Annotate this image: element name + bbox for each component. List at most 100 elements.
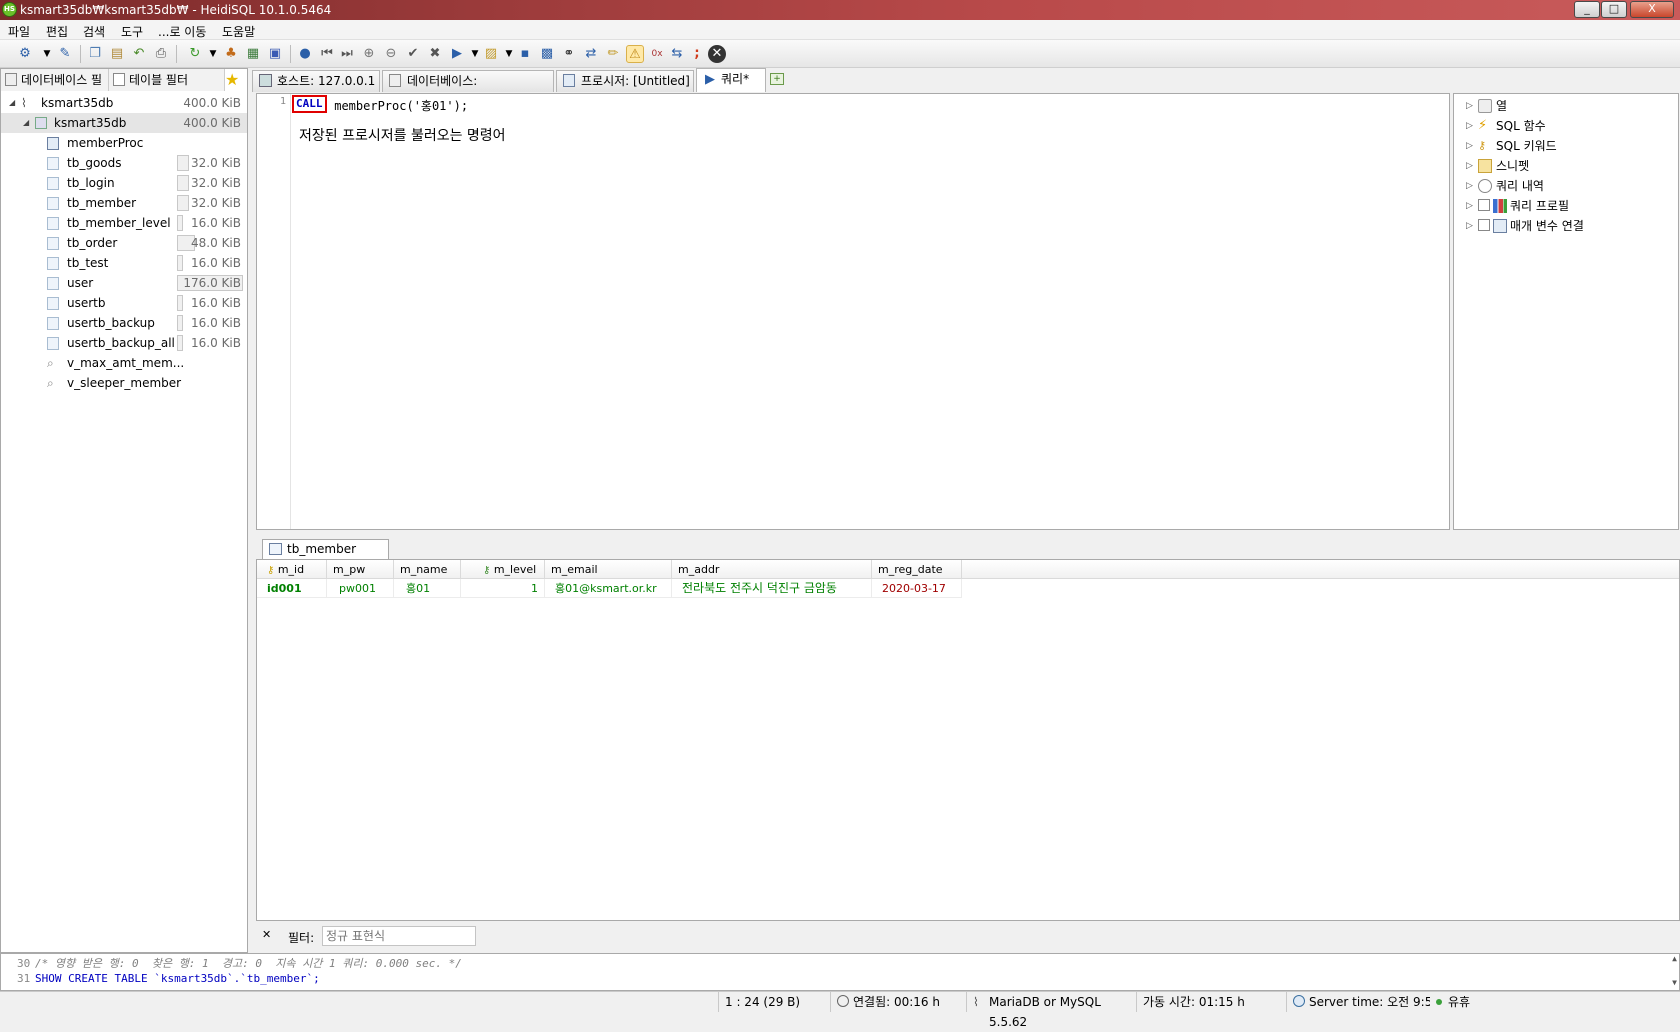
helper-query-history[interactable]: ▷ 쿼리 내역 [1466, 176, 1544, 196]
menu-goto[interactable]: ...로 이동 [158, 23, 206, 40]
tree-host-node[interactable]: ◢ ⌇ ksmart35db 400.0 KiB [1, 93, 247, 113]
expand-arrow-icon[interactable]: ◢ [9, 93, 15, 113]
warning-icon[interactable]: ⚠ [626, 45, 644, 63]
hex-icon[interactable]: 0x [648, 45, 666, 63]
table-cell[interactable]: pw001 [327, 579, 394, 598]
sql-log[interactable]: 30 /* 영향 받은 행: 0 찾은 행: 1 경고: 0 지속 시간 1 쿼… [0, 953, 1680, 991]
helper-snippets[interactable]: ▷ 스니펫 [1466, 156, 1529, 176]
column-header[interactable]: m_pw [327, 560, 394, 579]
paste-icon[interactable]: ▤ [108, 45, 126, 63]
helper-columns[interactable]: ▷ 열 [1466, 96, 1507, 116]
scroll-down-icon[interactable]: ▼ [1672, 978, 1677, 987]
column-header[interactable]: m_addr [672, 560, 872, 579]
helper-sql-keywords[interactable]: ▷ ⚷ SQL 키워드 [1466, 136, 1557, 156]
tree-item[interactable]: memberProc [1, 133, 247, 153]
expand-arrow-icon[interactable]: ▷ [1466, 176, 1473, 196]
info-icon[interactable]: ● [296, 45, 314, 63]
tree-item[interactable]: usertb 16.0 KiB [1, 293, 247, 313]
menu-edit[interactable]: 편집 [46, 23, 68, 40]
close-filter-icon[interactable]: ✕ [262, 928, 271, 941]
semicolon-icon[interactable]: ; [688, 45, 706, 63]
tree-item[interactable]: ⌕ v_sleeper_member [1, 373, 247, 393]
expand-arrow-icon[interactable]: ◢ [23, 113, 29, 133]
tree-item[interactable]: tb_member 32.0 KiB [1, 193, 247, 213]
column-header[interactable]: ⚷ m_level [461, 560, 545, 579]
export-icon[interactable]: ▣ [266, 45, 284, 63]
session-manager-icon[interactable]: ⚙ [16, 45, 34, 63]
expand-arrow-icon[interactable]: ▷ [1466, 196, 1473, 216]
cancel-x-icon[interactable]: ✖ [426, 45, 444, 63]
binoculars-icon[interactable]: ⚭ [560, 45, 578, 63]
import-icon[interactable]: ▦ [244, 45, 262, 63]
disconnect-icon[interactable]: ✎ [56, 45, 74, 63]
tree-item[interactable]: tb_goods 32.0 KiB [1, 153, 247, 173]
copy-icon[interactable]: ❐ [86, 45, 104, 63]
delete-record-icon[interactable]: ⊖ [382, 45, 400, 63]
table-cell[interactable]: 1 [461, 579, 545, 598]
insert-record-icon[interactable]: ⊕ [360, 45, 378, 63]
helper-bind-params[interactable]: ▷ 매개 변수 연결 [1466, 216, 1584, 236]
table-cell[interactable]: 전라북도 전주시 덕진구 금암동 [672, 579, 872, 598]
replace-icon[interactable]: ⇄ [582, 45, 600, 63]
tab-procedure[interactable]: 프로시저: [Untitled] [556, 70, 694, 92]
new-query-tab-icon[interactable]: + [770, 73, 784, 85]
post-check-icon[interactable]: ✔ [404, 45, 422, 63]
helper-sql-functions[interactable]: ▷ ⚡ SQL 함수 [1466, 116, 1546, 136]
tree-item[interactable]: usertb_backup 16.0 KiB [1, 313, 247, 333]
tree-item[interactable]: tb_login 32.0 KiB [1, 173, 247, 193]
expand-arrow-icon[interactable]: ▷ [1466, 156, 1473, 176]
tree-db-node[interactable]: ◢ ksmart35db 400.0 KiB [1, 113, 247, 133]
result-tab[interactable]: tb_member (7×1) [262, 539, 389, 575]
column-header[interactable]: m_email [545, 560, 672, 579]
sql-editor[interactable]: 1 CALL memberProc('홍01'); 저장된 프로시저를 불러오는… [256, 93, 1450, 530]
maximize-button[interactable]: □ [1601, 1, 1627, 18]
expand-arrow-icon[interactable]: ▷ [1466, 96, 1473, 116]
column-header[interactable]: ⚷ m_id [257, 560, 327, 579]
save-as-icon[interactable]: ▩ [538, 45, 556, 63]
expand-arrow-icon[interactable]: ▷ [1466, 136, 1473, 156]
column-header[interactable]: m_reg_date [872, 560, 962, 579]
close-window-button[interactable]: X [1630, 1, 1674, 18]
tab-database[interactable]: 데이터베이스: ksmart35db [382, 70, 554, 108]
expand-arrow-icon[interactable]: ▷ [1466, 116, 1473, 136]
last-record-icon[interactable]: ⏭ [338, 45, 356, 63]
table-cell[interactable]: id001 [257, 579, 327, 598]
table-cell[interactable]: 홍01 [394, 579, 461, 598]
user-manager-icon[interactable]: ♣ [222, 45, 240, 63]
checkbox-icon[interactable] [1478, 219, 1490, 231]
minimize-button[interactable]: _ [1574, 1, 1600, 18]
scroll-up-icon[interactable]: ▲ [1672, 954, 1677, 963]
result-grid[interactable]: ⚷ m_id m_pw m_name ⚷ m_level m_email m_a… [256, 559, 1680, 921]
tab-host[interactable]: 호스트: 127.0.0.1 [252, 70, 380, 92]
save-icon[interactable]: ▪ [516, 45, 534, 63]
tree-item[interactable]: user 176.0 KiB [1, 273, 247, 293]
checkbox-icon[interactable] [1478, 199, 1490, 211]
first-record-icon[interactable]: ⏮ [318, 45, 336, 63]
column-header[interactable]: m_name [394, 560, 461, 579]
app-icon[interactable]: HS [2, 2, 17, 17]
tab-query[interactable]: ▶ 쿼리* [696, 68, 766, 92]
db-filter-tab[interactable]: 데이터베이스 필 [1, 69, 109, 91]
dropdown-arrow-icon[interactable]: ▼ [204, 45, 222, 63]
favorite-star-icon[interactable]: ★ [225, 70, 239, 89]
log-icon[interactable]: ⇆ [668, 45, 686, 63]
table-cell[interactable]: 홍01@ksmart.or.kr [545, 579, 672, 598]
print-icon[interactable]: ⎙ [152, 45, 170, 63]
table-cell[interactable]: 2020-03-17 [872, 579, 962, 598]
edit-pencil-icon[interactable]: ✏ [604, 45, 622, 63]
tree-item[interactable]: usertb_backup_all 16.0 KiB [1, 333, 247, 353]
tree-item[interactable]: ⌕ v_max_amt_mem... [1, 353, 247, 373]
refresh-icon[interactable]: ↻ [186, 45, 204, 63]
dropdown-arrow-icon[interactable]: ▼ [38, 45, 56, 63]
filter-input[interactable] [322, 926, 476, 946]
exit-icon[interactable]: ✕ [708, 45, 726, 63]
menu-help[interactable]: 도움말 [222, 23, 255, 40]
table-filter-tab[interactable]: 테이블 필터 [109, 69, 225, 91]
helper-query-profile[interactable]: ▷ 쿼리 프로필 [1466, 196, 1569, 216]
run-query-icon[interactable]: ▶ [448, 45, 466, 63]
menu-file[interactable]: 파일 [8, 23, 30, 40]
tree-item[interactable]: tb_test 16.0 KiB [1, 253, 247, 273]
expand-arrow-icon[interactable]: ▷ [1466, 216, 1473, 236]
explain-icon[interactable]: ▨ [482, 45, 500, 63]
menu-search[interactable]: 검색 [83, 23, 105, 40]
